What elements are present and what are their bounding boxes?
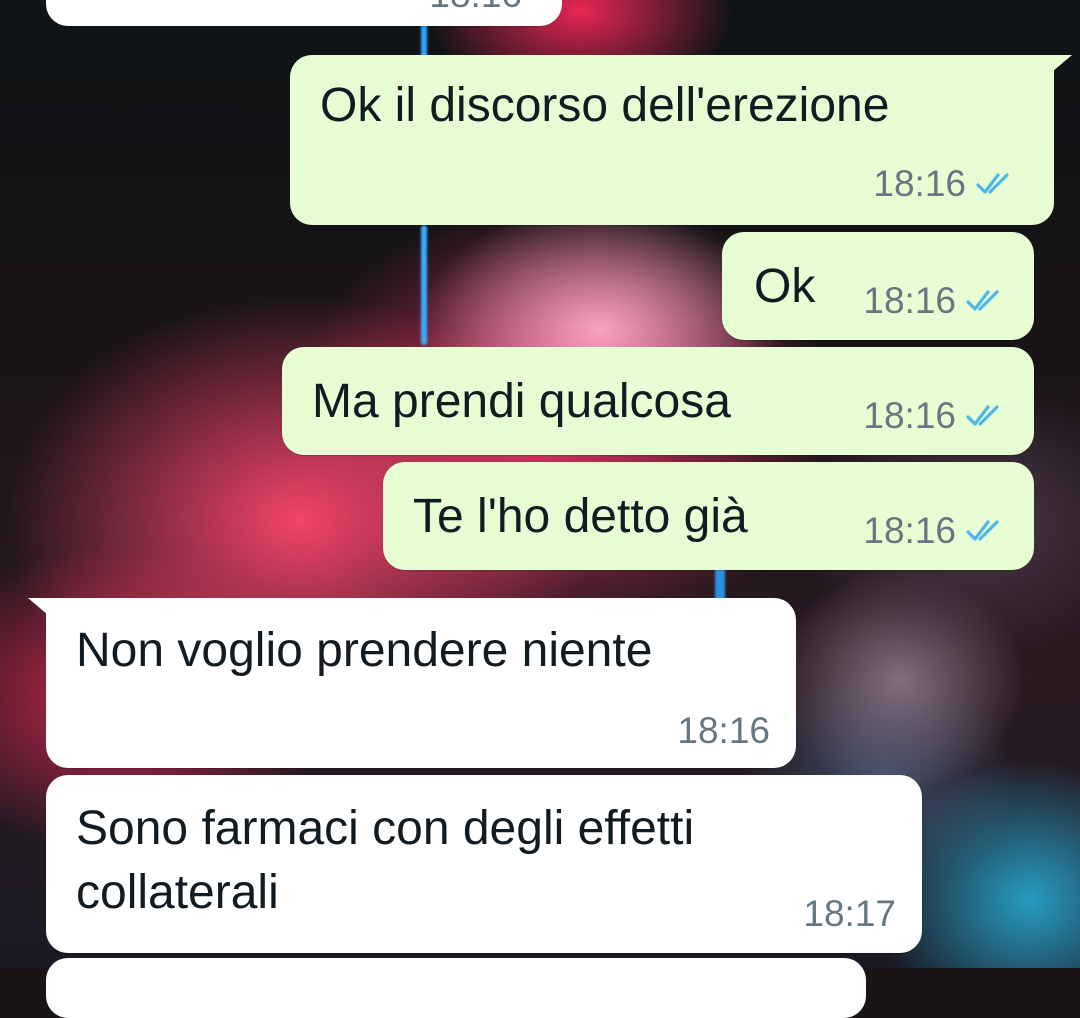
- message-bubble-outgoing[interactable]: Ok il discorso dell'erezione 18:16: [290, 55, 1072, 225]
- message-text: Sono farmaci con degli effetti collatera…: [76, 802, 695, 919]
- double-check-icon: [966, 405, 999, 426]
- double-check-icon: [976, 173, 1009, 194]
- message-bubble-incoming[interactable]: 18:16: [46, 0, 562, 26]
- message-meta: 18:16: [863, 510, 1008, 552]
- message-meta: 18:16: [677, 710, 770, 752]
- message-text: Ma prendi qualcosa: [312, 375, 731, 428]
- message-time: 18:16: [429, 0, 522, 16]
- message-bubble-incoming[interactable]: Non voglio prendere niente 18:16: [28, 598, 796, 768]
- message-text: Te l'ho detto già: [413, 490, 748, 543]
- message-text: Ok: [754, 260, 816, 313]
- message-meta: 18:17: [803, 893, 896, 935]
- message-time: 18:16: [863, 395, 956, 436]
- message-time: 18:16: [863, 280, 956, 321]
- message-text: Ok il discorso dell'erezione: [320, 79, 890, 132]
- message-bubble-incoming[interactable]: Sono farmaci con degli effetti collatera…: [46, 775, 922, 953]
- double-check-icon: [966, 290, 999, 311]
- message-meta: 18:16: [863, 280, 1008, 322]
- message-list[interactable]: 18:16 Ok il discorso dell'erezione 18:16…: [0, 0, 1080, 1018]
- message-time: 18:16: [677, 710, 770, 751]
- message-meta: 18:16: [863, 395, 1008, 437]
- message-time: 18:16: [863, 510, 956, 551]
- message-bubble-outgoing[interactable]: Te l'ho detto già 18:16: [383, 462, 1034, 570]
- message-bubble-outgoing[interactable]: Ok 18:16: [722, 232, 1034, 340]
- message-text: Non voglio prendere niente: [76, 624, 653, 677]
- double-check-icon: [966, 520, 999, 541]
- message-meta: 18:16: [873, 163, 1018, 219]
- message-bubble-outgoing[interactable]: Ma prendi qualcosa 18:16: [282, 347, 1034, 455]
- message-time: 18:16: [873, 163, 966, 204]
- message-meta: 18:16: [429, 0, 522, 16]
- message-bubble-incoming[interactable]: [46, 958, 866, 1018]
- message-time: 18:17: [803, 893, 896, 934]
